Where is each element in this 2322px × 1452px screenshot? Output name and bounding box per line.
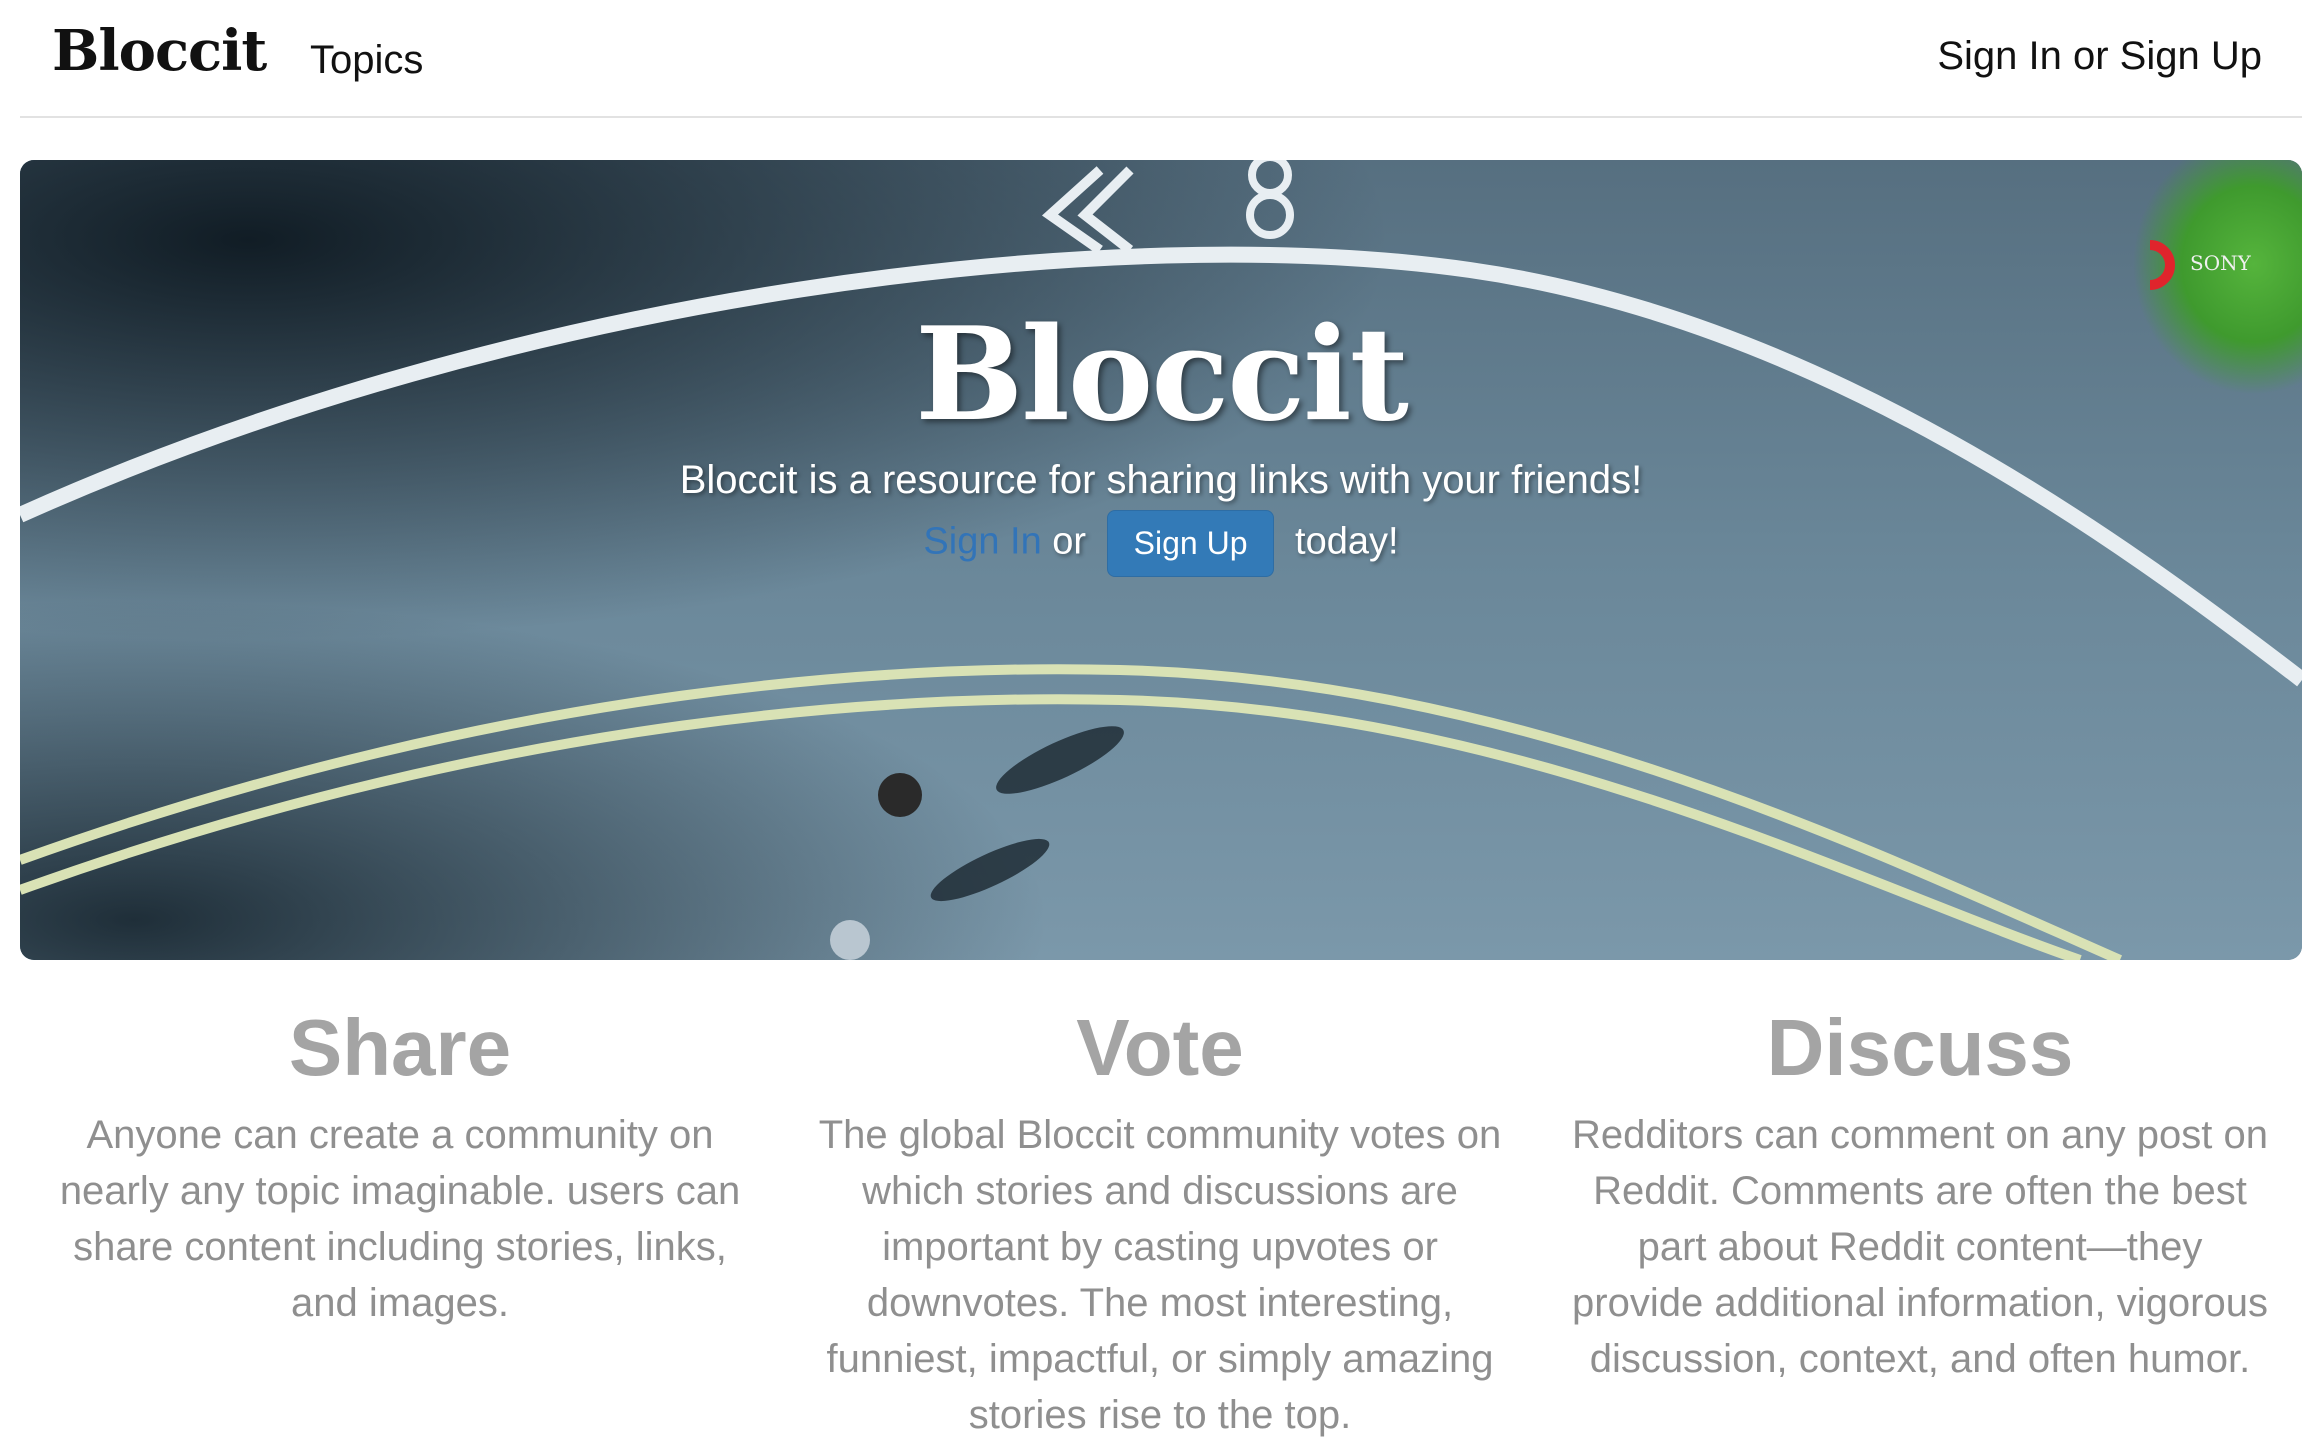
hero-or-text: or bbox=[1052, 520, 1087, 563]
hero-sign-up-button[interactable]: Sign Up bbox=[1106, 510, 1275, 577]
navbar: Bloccit Topics Sign In or Sign Up bbox=[20, 0, 2302, 118]
hero-cta: Sign In or Sign Up today! bbox=[20, 510, 2302, 577]
hero-today-text: today! bbox=[1295, 520, 1399, 563]
feature-title: Discuss bbox=[1766, 1003, 2074, 1092]
page: Bloccit Topics Sign In or Sign Up SONY B… bbox=[0, 0, 2322, 1452]
sign-in-or-sign-up-link[interactable]: Sign In or Sign Up bbox=[1937, 34, 2262, 79]
topics-link[interactable]: Topics bbox=[310, 38, 423, 83]
hero-sign-in-link[interactable]: Sign In bbox=[923, 521, 1041, 563]
feature-discuss: Discuss Redditors can comment on any pos… bbox=[1560, 1000, 2280, 1387]
sony-watermark: SONY bbox=[2190, 251, 2252, 275]
feature-title: Vote bbox=[1076, 1003, 1244, 1092]
feature-text: Redditors can comment on any post on Red… bbox=[1572, 1113, 2268, 1381]
feature-text: The global Bloccit community votes on wh… bbox=[818, 1113, 1502, 1437]
feature-title: Share bbox=[288, 1003, 512, 1092]
hero-jumbotron: SONY Bloccit Bloccit is a resource for s… bbox=[20, 160, 2302, 960]
brand-logo-link[interactable]: Bloccit bbox=[52, 18, 267, 84]
feature-share: Share Anyone can create a community on n… bbox=[40, 1000, 760, 1331]
hero-lead-text: Bloccit is a resource for sharing links … bbox=[679, 458, 1643, 502]
hero-title: Bloccit bbox=[915, 300, 1409, 450]
feature-text: Anyone can create a community on nearly … bbox=[59, 1113, 741, 1325]
feature-vote: Vote The global Bloccit community votes … bbox=[800, 1000, 1520, 1443]
